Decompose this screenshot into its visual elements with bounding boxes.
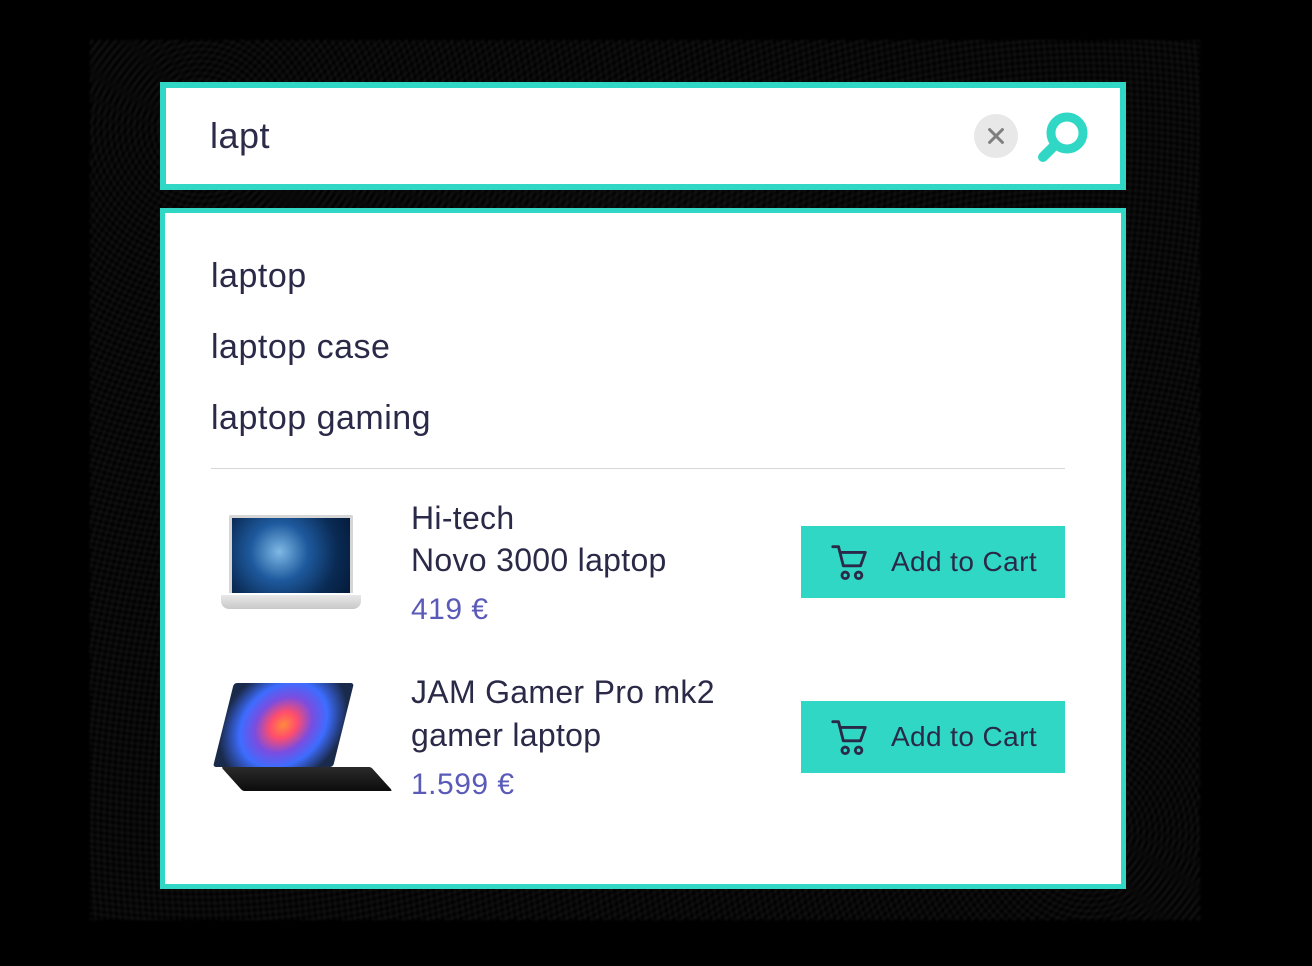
add-to-cart-label: Add to Cart bbox=[891, 721, 1037, 753]
search-icon bbox=[1037, 109, 1091, 163]
search-dropdown: laptop laptop case laptop gaming Hi-tech… bbox=[160, 208, 1126, 889]
search-widget: laptop laptop case laptop gaming Hi-tech… bbox=[160, 82, 1126, 889]
search-button[interactable] bbox=[1036, 108, 1092, 164]
add-to-cart-button[interactable]: Add to Cart bbox=[801, 701, 1065, 773]
product-result: Hi-tech Novo 3000 laptop 419 € Add to Ca… bbox=[211, 497, 1065, 627]
suggestion-item[interactable]: laptop case bbox=[211, 312, 1065, 383]
product-title[interactable]: JAM Gamer Pro mk2 gamer laptop bbox=[411, 671, 761, 755]
close-icon bbox=[985, 125, 1007, 147]
product-price: 419 € bbox=[411, 593, 761, 627]
laptop-image bbox=[213, 683, 369, 791]
search-bar bbox=[160, 82, 1126, 190]
product-info: Hi-tech Novo 3000 laptop 419 € bbox=[411, 497, 761, 627]
suggestion-item[interactable]: laptop bbox=[211, 241, 1065, 312]
product-price: 1.599 € bbox=[411, 768, 761, 802]
cart-icon bbox=[829, 716, 871, 758]
cart-icon bbox=[829, 541, 871, 583]
divider bbox=[211, 468, 1065, 469]
product-info: JAM Gamer Pro mk2 gamer laptop 1.599 € bbox=[411, 671, 761, 801]
product-title[interactable]: Hi-tech Novo 3000 laptop bbox=[411, 497, 761, 581]
product-thumbnail[interactable] bbox=[211, 677, 371, 797]
clear-button[interactable] bbox=[974, 114, 1018, 158]
laptop-image bbox=[221, 515, 361, 609]
add-to-cart-button[interactable]: Add to Cart bbox=[801, 526, 1065, 598]
product-result: JAM Gamer Pro mk2 gamer laptop 1.599 € A… bbox=[211, 671, 1065, 801]
search-input[interactable] bbox=[210, 115, 956, 157]
add-to-cart-label: Add to Cart bbox=[891, 546, 1037, 578]
product-thumbnail[interactable] bbox=[211, 502, 371, 622]
suggestion-item[interactable]: laptop gaming bbox=[211, 383, 1065, 454]
